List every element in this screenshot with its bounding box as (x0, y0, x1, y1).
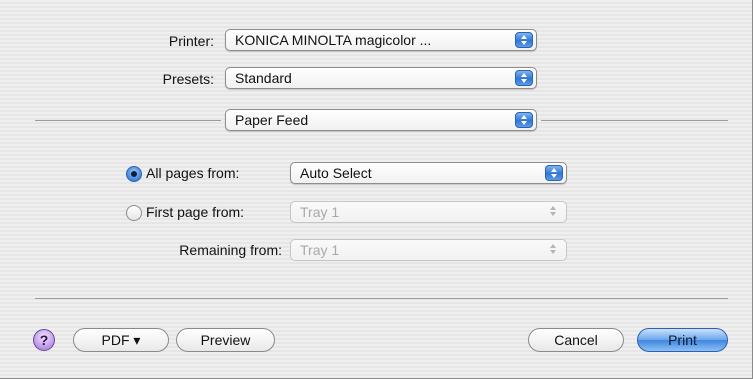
remaining-popup: Tray 1 (290, 239, 567, 261)
printer-label: Printer: (168, 33, 214, 49)
first-page-popup: Tray 1 (290, 201, 567, 223)
first-page-label[interactable]: First page from: (146, 204, 244, 220)
up-down-arrows-icon (545, 204, 563, 220)
separator-line-left (35, 120, 221, 121)
separator-line-right (541, 120, 728, 121)
up-down-arrows-icon (545, 165, 563, 181)
presets-value: Standard (235, 70, 292, 86)
all-pages-radio[interactable] (126, 166, 142, 182)
preview-button[interactable]: Preview (176, 328, 275, 352)
up-down-arrows-icon (515, 32, 533, 48)
pdf-button[interactable]: PDF ▾ (73, 328, 169, 352)
first-page-value: Tray 1 (300, 204, 340, 220)
print-dialog: Printer: KONICA MINOLTA magicolor ... Pr… (0, 0, 753, 379)
footer-separator (35, 298, 728, 299)
printer-popup[interactable]: KONICA MINOLTA magicolor ... (225, 29, 537, 51)
radio-dot-icon (131, 171, 137, 177)
first-page-radio[interactable] (126, 205, 142, 221)
presets-label: Presets: (162, 71, 214, 87)
all-pages-popup[interactable]: Auto Select (290, 162, 567, 184)
up-down-arrows-icon (515, 112, 533, 128)
remaining-label: Remaining from: (179, 242, 282, 258)
all-pages-value: Auto Select (300, 165, 372, 181)
printer-value: KONICA MINOLTA magicolor ... (235, 32, 432, 48)
up-down-arrows-icon (515, 70, 533, 86)
presets-popup[interactable]: Standard (225, 67, 537, 89)
up-down-arrows-icon (545, 242, 563, 258)
panel-popup[interactable]: Paper Feed (225, 109, 537, 131)
remaining-value: Tray 1 (300, 242, 340, 258)
all-pages-label[interactable]: All pages from: (146, 165, 239, 181)
help-icon[interactable]: ? (33, 329, 55, 351)
print-button[interactable]: Print (637, 328, 728, 352)
cancel-button[interactable]: Cancel (528, 328, 624, 352)
panel-value: Paper Feed (235, 112, 309, 128)
